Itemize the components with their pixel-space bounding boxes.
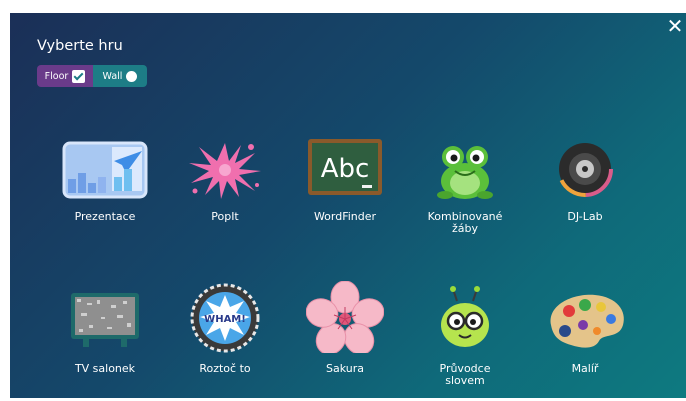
- game-selection-screen: ✕ Vyberte hru Floor Wall Prezentace PopI…: [10, 13, 686, 398]
- wall-option[interactable]: Wall: [93, 65, 147, 87]
- abc-text: Abc: [321, 154, 370, 184]
- game-label: Průvodce slovem: [439, 362, 491, 387]
- floor-label: Floor: [44, 70, 69, 82]
- checkmark-icon: [72, 69, 86, 83]
- wall-label: Wall: [102, 70, 123, 82]
- game-tile-wordfinder[interactable]: Abc WordFinder: [290, 139, 400, 223]
- game-label: WordFinder: [313, 210, 377, 223]
- floor-option[interactable]: Floor: [37, 65, 93, 87]
- wham-text: WHAM!: [204, 314, 246, 325]
- game-tile-popit[interactable]: PopIt: [170, 139, 280, 223]
- game-label: Malíř: [571, 362, 599, 375]
- floor-wall-toggle[interactable]: Floor Wall: [37, 65, 147, 87]
- game-label: DJ-Lab: [567, 210, 603, 223]
- game-label: Prezentace: [74, 210, 136, 223]
- game-label: Kombinované žáby: [427, 210, 503, 235]
- game-tile-prezentace[interactable]: Prezentace: [50, 139, 160, 223]
- page-title: Vyberte hru: [37, 38, 123, 54]
- game-label: TV salonek: [74, 362, 136, 375]
- game-tile-sakura[interactable]: Sakura: [290, 281, 400, 375]
- game-tile-malir[interactable]: Malíř: [530, 291, 640, 375]
- game-label: Sakura: [326, 362, 364, 375]
- game-tile-tv-salonek[interactable]: TV salonek: [50, 291, 160, 375]
- chalkboard-abc-icon: Abc: [308, 139, 382, 195]
- game-label: Roztoč to: [199, 362, 251, 375]
- dj-disc-icon: [557, 141, 613, 197]
- game-tile-roztoc-to[interactable]: WHAM! Roztoč to: [170, 283, 280, 375]
- game-label: PopIt: [211, 210, 239, 223]
- presentation-icon: [62, 141, 148, 199]
- close-icon[interactable]: ✕: [666, 16, 684, 36]
- bug-with-glasses-icon: [441, 286, 489, 347]
- paint-palette-icon: [550, 294, 624, 348]
- game-tile-pruvodce-slovem[interactable]: Průvodce slovem: [410, 286, 520, 387]
- frog-icon: [437, 146, 493, 199]
- game-tile-dj-lab[interactable]: DJ-Lab: [530, 139, 640, 223]
- sakura-flower-icon: [306, 281, 384, 353]
- tv-icon: [71, 293, 139, 347]
- game-tile-kombinovane-zaby[interactable]: Kombinované žáby: [410, 139, 520, 235]
- wham-badge-icon: WHAM!: [190, 283, 260, 353]
- toggle-knob-icon: [126, 70, 138, 82]
- splash-icon: [189, 143, 261, 199]
